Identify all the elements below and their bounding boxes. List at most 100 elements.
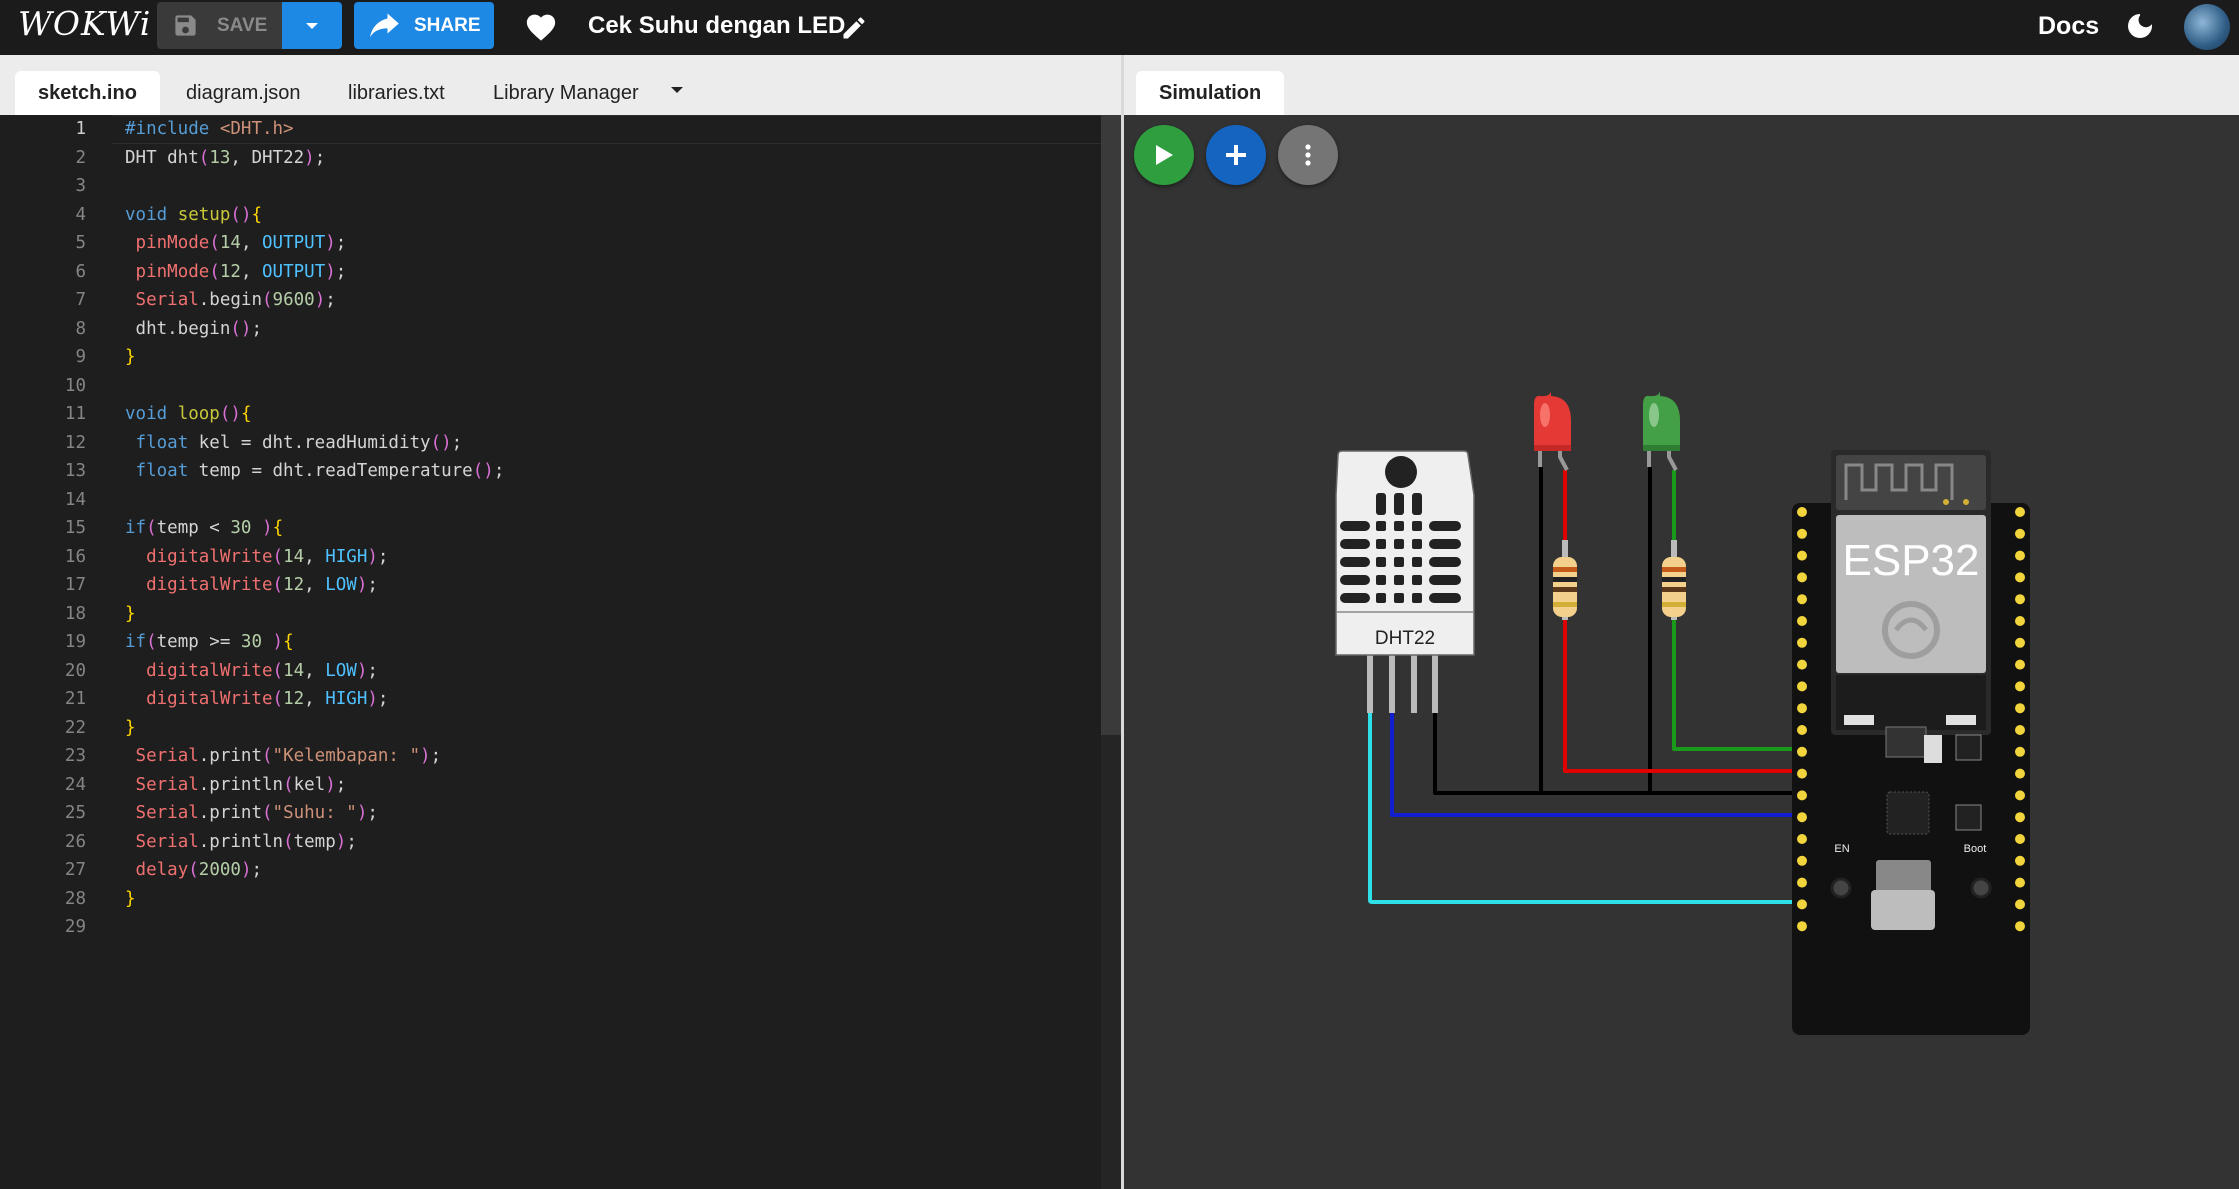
simulation-canvas[interactable]: DHT22 ESP32 EN Boot	[1124, 115, 2239, 1189]
esp32-pin[interactable]	[2015, 790, 2025, 801]
esp32-pin[interactable]	[1797, 790, 1807, 801]
code-line[interactable]: #include <DHT.h>	[125, 115, 294, 144]
esp32-pin[interactable]	[1797, 594, 1807, 605]
tab-libraries-txt[interactable]: libraries.txt	[348, 71, 445, 115]
esp32-pin[interactable]	[1797, 921, 1807, 932]
esp32-pin[interactable]	[1797, 616, 1807, 626]
esp32-pin[interactable]	[2015, 703, 2025, 714]
code-line[interactable]: digitalWrite(14, HIGH);	[125, 543, 388, 572]
more-tabs-caret-icon[interactable]	[670, 86, 684, 95]
tab-simulation[interactable]: Simulation	[1136, 71, 1285, 115]
code-line[interactable]: }	[125, 600, 136, 629]
wokwi-logo[interactable]: WOKWi	[18, 4, 151, 43]
esp32-pin[interactable]	[2015, 528, 2025, 539]
avatar[interactable]	[2184, 4, 2230, 50]
esp32-pin[interactable]	[2015, 768, 2025, 779]
moon-icon[interactable]	[2124, 10, 2156, 42]
code-line[interactable]: void loop(){	[125, 400, 252, 429]
resistor-red-led[interactable]	[1553, 540, 1577, 620]
code-editor[interactable]: 1 #include <DHT.h> 2 DHT dht(13, DHT22); 3 4 v…	[0, 115, 1101, 1189]
esp32-pin[interactable]	[2015, 616, 2025, 626]
project-title[interactable]: Cek Suhu dengan LED	[588, 12, 845, 40]
boot-button-label: Boot	[1964, 843, 1987, 855]
line-number: 19	[64, 632, 86, 652]
code-line[interactable]: Serial.print("Suhu: ");	[125, 799, 378, 828]
esp32-pin[interactable]	[1797, 572, 1807, 583]
tab-diagram-json[interactable]: diagram.json	[186, 71, 301, 115]
wire-dht-data	[1390, 710, 1800, 817]
line-number: 20	[64, 660, 86, 681]
code-line[interactable]: DHT dht(13, DHT22);	[125, 144, 325, 173]
code-line[interactable]: }	[125, 714, 136, 743]
code-line[interactable]: pinMode(14, OUTPUT);	[125, 229, 347, 258]
save-options-dropdown[interactable]	[282, 2, 342, 49]
esp32-pin[interactable]	[2015, 877, 2025, 888]
editor-scroll-thumb[interactable]	[1101, 115, 1121, 735]
esp32-pin[interactable]	[2015, 572, 2025, 583]
esp32-pin[interactable]	[1797, 703, 1807, 714]
code-line[interactable]: Serial.begin(9600);	[125, 286, 336, 315]
line-number: 28	[64, 888, 86, 909]
esp32-pin[interactable]	[2015, 746, 2025, 757]
esp32-pin[interactable]	[1797, 725, 1807, 735]
esp32-pin[interactable]	[2015, 681, 2025, 692]
esp32-pin[interactable]	[1797, 899, 1807, 910]
esp32-pin[interactable]	[1797, 528, 1807, 539]
esp32-pin[interactable]	[1797, 877, 1807, 888]
esp32-pin[interactable]	[1797, 550, 1807, 561]
dht22-sensor[interactable]: DHT22	[1335, 450, 1475, 713]
green-led[interactable]	[1643, 391, 1680, 471]
esp32-pin[interactable]	[1797, 637, 1807, 648]
save-button[interactable]: SAVE	[157, 2, 282, 49]
code-line[interactable]: Serial.println(temp);	[125, 828, 357, 857]
code-line[interactable]: if(temp < 30 ){	[125, 514, 283, 543]
esp32-pin[interactable]	[1797, 659, 1807, 670]
esp32-pin[interactable]	[1797, 768, 1807, 779]
esp32-pin[interactable]	[2015, 637, 2025, 648]
resistor-green-led[interactable]	[1662, 540, 1686, 620]
esp32-pin[interactable]	[1797, 681, 1807, 692]
tab-sketch-ino[interactable]: sketch.ino	[15, 71, 160, 115]
esp32-pin[interactable]	[2015, 812, 2025, 823]
code-line[interactable]: digitalWrite(12, LOW);	[125, 571, 378, 600]
esp32-pin[interactable]	[2015, 725, 2025, 735]
caret-down-icon	[306, 22, 318, 29]
share-button[interactable]: SHARE	[354, 2, 494, 49]
esp32-pin[interactable]	[2015, 834, 2025, 844]
code-line[interactable]: void setup(){	[125, 201, 262, 230]
code-line[interactable]: digitalWrite(14, LOW);	[125, 657, 378, 686]
code-line[interactable]: Serial.println(kel);	[125, 771, 347, 800]
code-line[interactable]: if(temp >= 30 ){	[125, 628, 294, 657]
esp32-pin[interactable]	[2015, 594, 2025, 605]
code-line[interactable]: dht.begin();	[125, 315, 262, 344]
esp32-pin[interactable]	[2015, 550, 2025, 561]
esp32-pin[interactable]	[2015, 921, 2025, 932]
esp32-pin[interactable]	[1797, 834, 1807, 844]
line-number: 3	[75, 176, 86, 196]
pencil-icon[interactable]	[840, 14, 868, 42]
code-line[interactable]: delay(2000);	[125, 856, 262, 885]
tab-library-manager[interactable]: Library Manager	[493, 71, 639, 115]
editor-scrollbar[interactable]	[1101, 115, 1121, 1189]
esp32-pin[interactable]	[2015, 507, 2025, 517]
heart-icon[interactable]	[524, 10, 558, 42]
en-button-label: EN	[1834, 843, 1849, 855]
esp32-pin[interactable]	[1797, 507, 1807, 517]
code-line[interactable]: }	[125, 885, 136, 914]
code-line[interactable]: pinMode(12, OUTPUT);	[125, 258, 347, 287]
esp32-pin[interactable]	[2015, 899, 2025, 910]
esp32-pin[interactable]	[2015, 855, 2025, 866]
code-line[interactable]: float kel = dht.readHumidity();	[125, 429, 463, 458]
red-led[interactable]	[1534, 391, 1571, 471]
docs-link[interactable]: Docs	[2038, 12, 2099, 41]
esp32-pin[interactable]	[2015, 659, 2025, 670]
esp32-pin[interactable]	[1797, 812, 1807, 823]
esp32-pin[interactable]	[1797, 746, 1807, 757]
esp32-board[interactable]: ESP32 EN Boot	[1792, 450, 2030, 1035]
line-number: 22	[64, 717, 86, 738]
code-line[interactable]: }	[125, 343, 136, 372]
code-line[interactable]: digitalWrite(12, HIGH);	[125, 685, 388, 714]
code-line[interactable]: float temp = dht.readTemperature();	[125, 457, 505, 486]
esp32-pin[interactable]	[1797, 855, 1807, 866]
code-line[interactable]: Serial.print("Kelembapan: ");	[125, 742, 442, 771]
